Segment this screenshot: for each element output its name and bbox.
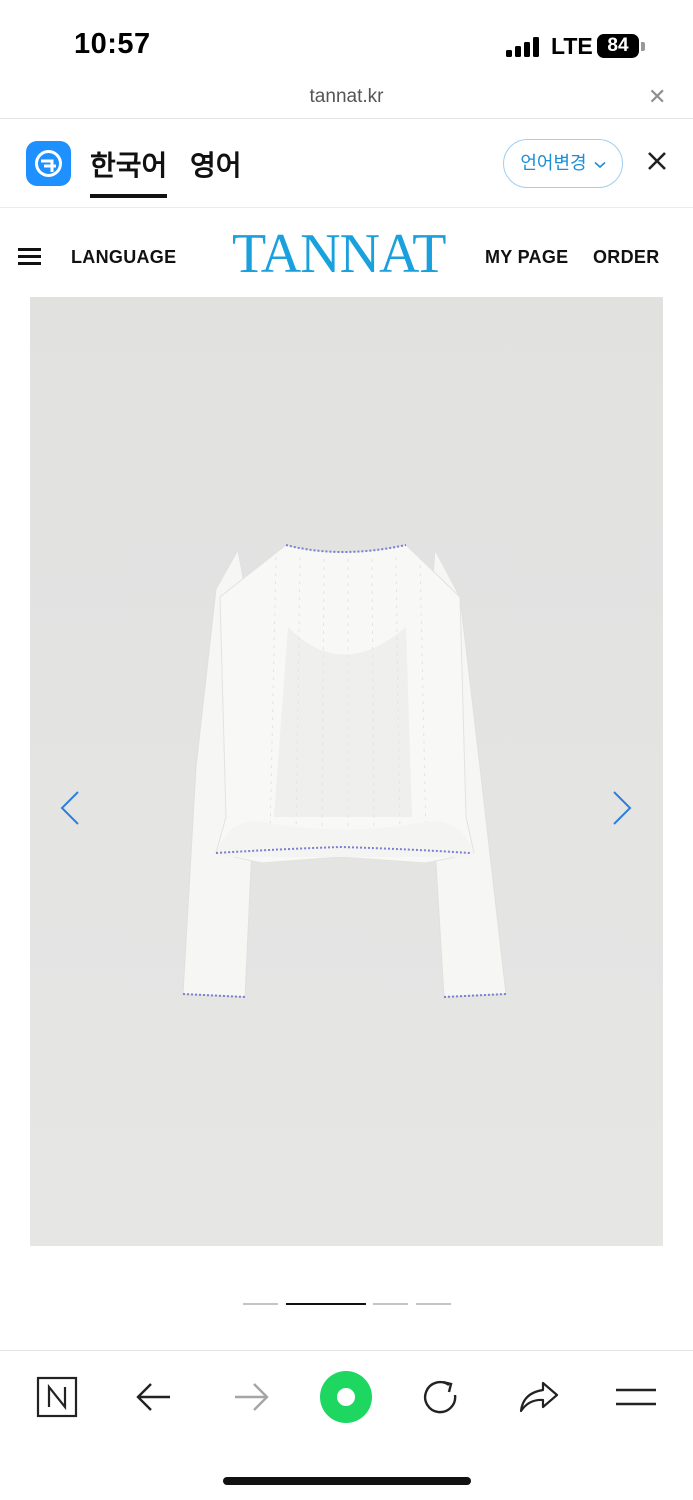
tab-korean[interactable]: 한국어: [90, 144, 168, 198]
pager-dot-active[interactable]: [286, 1303, 366, 1305]
signal-icon: [506, 37, 542, 57]
naver-icon[interactable]: [33, 1373, 81, 1421]
status-bar: 10:57 LTE 84: [0, 0, 693, 86]
battery-icon: 84: [597, 34, 639, 58]
close-icon[interactable]: [645, 149, 669, 173]
site-logo[interactable]: TANNAT: [232, 226, 446, 282]
menu-icon[interactable]: [612, 1373, 660, 1421]
reload-icon[interactable]: [417, 1373, 465, 1421]
share-icon[interactable]: [515, 1373, 563, 1421]
change-language-button[interactable]: 언어변경: [503, 139, 623, 188]
network-label: LTE: [551, 33, 593, 59]
tab-english[interactable]: 영어: [190, 144, 242, 184]
gallery-pager: [0, 1303, 693, 1309]
battery-tip: [641, 42, 645, 51]
pager-dot[interactable]: [373, 1303, 408, 1305]
change-language-label: 언어변경: [520, 153, 587, 173]
url-close-icon[interactable]: ✕: [648, 84, 666, 110]
language-link[interactable]: LANGUAGE: [71, 247, 176, 268]
pager-dot[interactable]: [243, 1303, 278, 1305]
site-header: LANGUAGE TANNAT MY PAGE ORDER: [0, 208, 693, 297]
url-text[interactable]: tannat.kr: [0, 86, 693, 108]
chevron-right-icon[interactable]: [610, 790, 634, 826]
product-image[interactable]: [30, 297, 663, 1246]
bottom-toolbar: [0, 1350, 693, 1446]
chevron-left-icon[interactable]: [58, 790, 82, 826]
mypage-link[interactable]: MY PAGE: [485, 247, 568, 268]
back-icon[interactable]: [130, 1373, 178, 1421]
url-bar[interactable]: tannat.kr ✕: [0, 84, 693, 119]
chevron-down-icon: [594, 161, 606, 169]
papago-icon[interactable]: [26, 141, 71, 186]
hamburger-icon[interactable]: [18, 248, 41, 266]
status-time: 10:57: [74, 28, 151, 60]
green-dot-icon[interactable]: [318, 1369, 374, 1425]
forward-icon[interactable]: [227, 1373, 275, 1421]
cardigan-image: [30, 297, 663, 1246]
home-indicator: [223, 1477, 471, 1485]
translate-bar: 한국어 영어 언어변경: [0, 119, 693, 208]
order-link[interactable]: ORDER: [593, 247, 660, 268]
pager-dot[interactable]: [416, 1303, 451, 1305]
